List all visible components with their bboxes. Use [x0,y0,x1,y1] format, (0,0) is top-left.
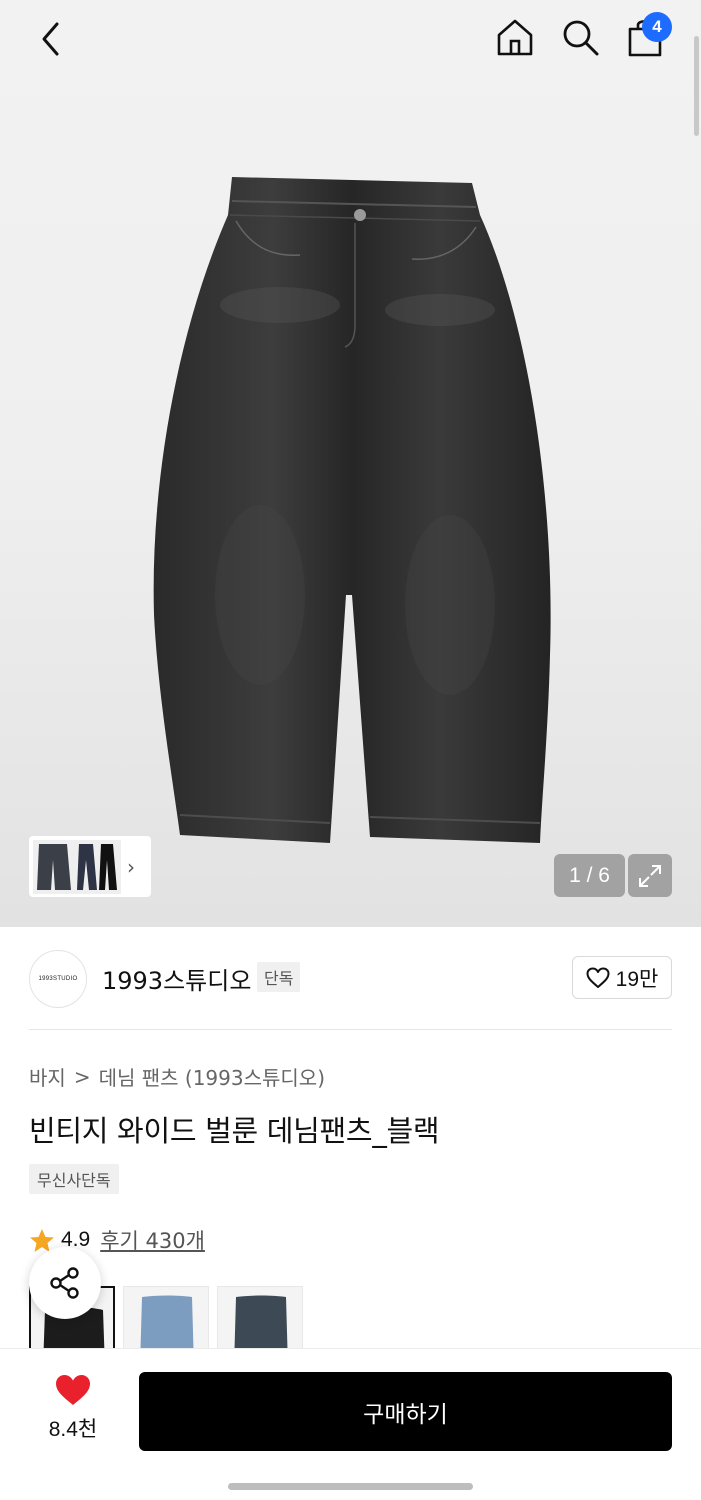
exclusive-badge: 단독 [257,962,301,992]
gallery-thumbnail-strip[interactable]: › [29,836,151,897]
cart-count-badge: 4 [642,12,672,42]
chevron-left-icon [42,22,59,56]
breadcrumb-category[interactable]: 바지 [29,1062,66,1091]
expand-image-button[interactable] [628,854,672,897]
bottom-action-bar: 8.4천 구매하기 [0,1348,701,1500]
product-title: 빈티지 와이드 벌룬 데님팬츠_블랙 [29,1114,440,1148]
search-icon [563,20,599,56]
wishlist-button[interactable]: 8.4천 [30,1373,116,1445]
breadcrumb: 바지 > 데님 팬츠 (1993스튜디오) [29,1062,325,1091]
product-image-gallery[interactable]: 4 › 1 / 6 [0,0,701,927]
chevron-right-icon: › [127,854,135,879]
top-navigation-bar: 4 [0,0,701,80]
review-count-link[interactable]: 후기 430개 [100,1225,205,1255]
buy-button[interactable]: 구매하기 [139,1372,672,1451]
back-button[interactable] [28,16,74,62]
store-exclusive-tag: 무신사단독 [29,1164,119,1194]
home-button[interactable] [492,14,538,60]
home-indicator [228,1483,473,1490]
image-page-indicator: 1 / 6 [554,854,625,897]
brand-name[interactable]: 1993스튜디오 [102,961,251,996]
breadcrumb-subcategory[interactable]: 데님 팬츠 (1993스튜디오) [99,1062,325,1091]
brand-row: 1993STUDIO 1993스튜디오 단독 19만 [29,950,672,1008]
expand-icon [639,864,661,887]
search-button[interactable] [557,14,603,60]
divider [29,1029,672,1030]
brand-like-count: 19만 [615,967,659,991]
share-icon [50,1267,79,1299]
share-button[interactable] [29,1247,101,1319]
heart-outline-icon [586,967,610,988]
thumbnail-image [33,839,121,894]
chevron-right-icon: > [73,1064,91,1089]
product-image [153,177,551,843]
brand-logo[interactable]: 1993STUDIO [29,950,87,1008]
wishlist-count: 8.4천 [48,1418,98,1441]
home-icon [497,19,533,56]
heart-filled-icon [56,1375,90,1405]
brand-like-button[interactable]: 19만 [572,956,672,999]
